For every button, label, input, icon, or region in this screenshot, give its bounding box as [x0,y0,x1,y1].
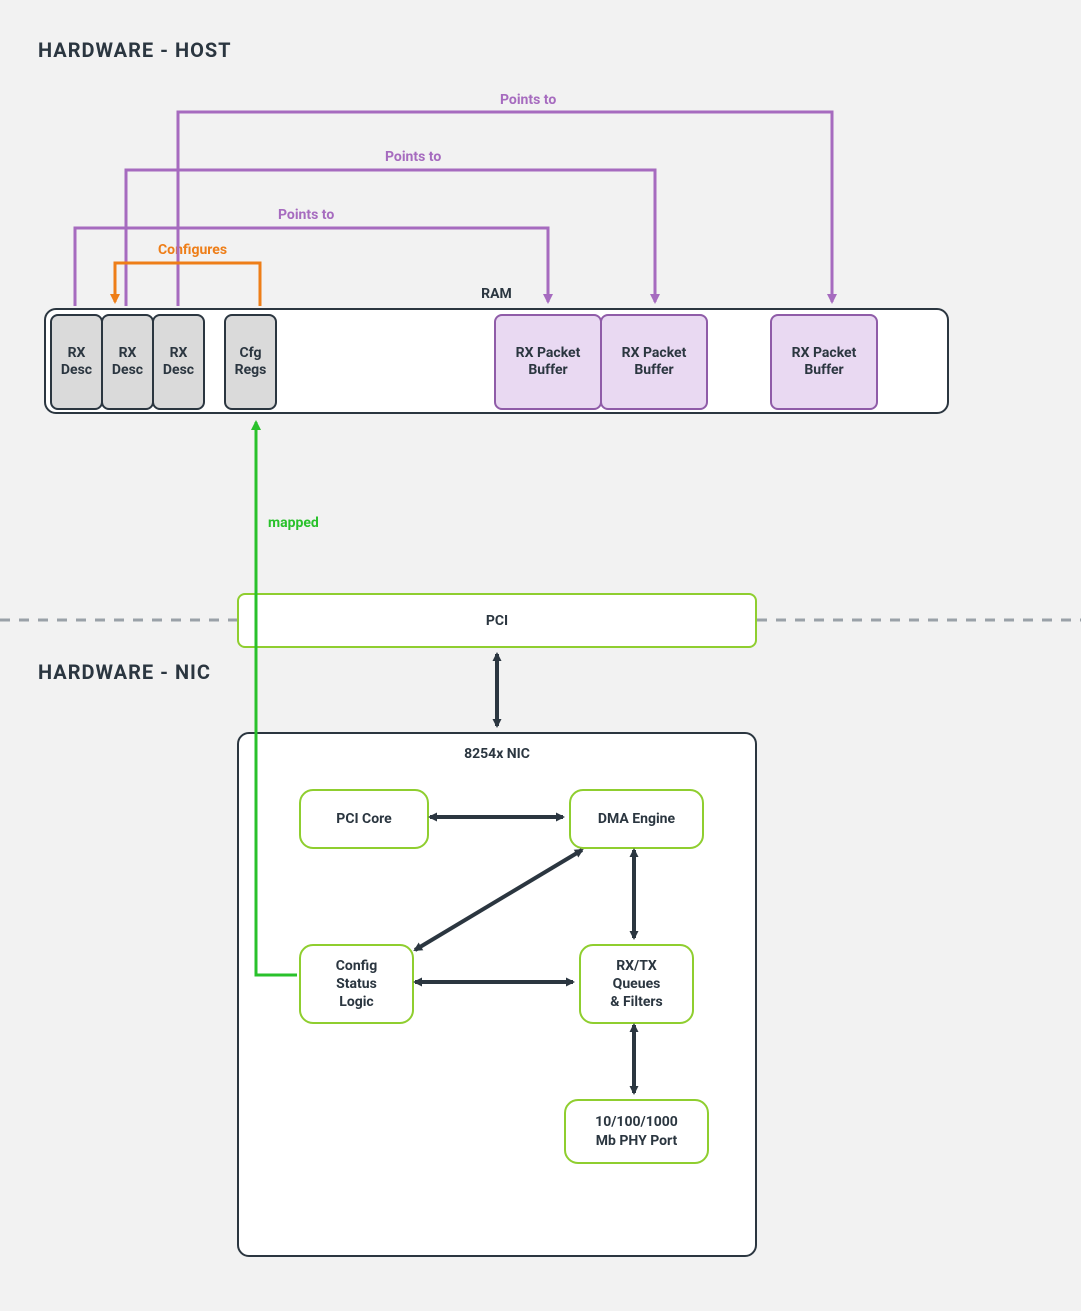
label-mapped: mapped [268,515,319,531]
node-rxtx-queues: RX/TXQueues& Filters [579,944,694,1024]
section-nic-title: HARDWARE - NIC [38,660,211,684]
cell-rx-buf-2: RX PacketBuffer [600,314,708,410]
cell-rx-desc-3: RXDesc [152,314,205,410]
label-configures: Configures [158,242,227,258]
node-pci-core: PCI Core [299,789,429,849]
edge-points-to-buf3 [178,112,832,306]
ram-title: RAM [46,286,947,302]
cell-rx-desc-2: RXDesc [101,314,154,410]
node-phy-port: 10/100/1000Mb PHY Port [564,1099,709,1164]
nic-title: 8254x NIC [239,746,755,762]
cell-rx-desc-1: RXDesc [50,314,103,410]
cell-cfg-regs: CfgRegs [224,314,277,410]
ram-container: RAM RXDesc RXDesc RXDesc CfgRegs RX Pack… [44,308,949,414]
label-points-to-3: Points to [278,207,334,223]
pci-label: PCI [486,613,508,629]
node-dma-engine: DMA Engine [569,789,704,849]
label-points-to-2: Points to [385,149,441,165]
pci-bus: PCI [237,593,757,648]
section-host-title: HARDWARE - HOST [38,38,232,62]
nic-container: 8254x NIC PCI Core DMA Engine ConfigStat… [237,732,757,1257]
node-config-status: ConfigStatusLogic [299,944,414,1024]
label-points-to-1: Points to [500,92,556,108]
diagram-canvas: HARDWARE - HOST HARDWARE - NIC RAM RXDes… [0,0,1081,1311]
cell-rx-buf-3: RX PacketBuffer [770,314,878,410]
cell-rx-buf-1: RX PacketBuffer [494,314,602,410]
